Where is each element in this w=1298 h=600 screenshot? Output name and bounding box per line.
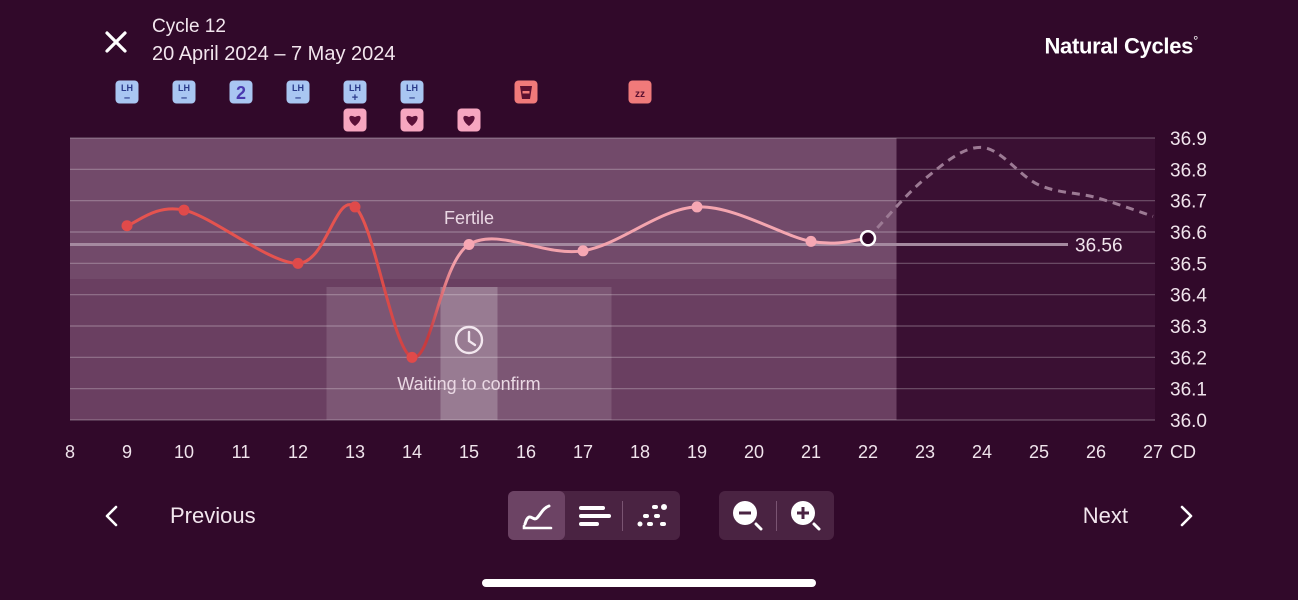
y-tick-label: 36.5: [1170, 254, 1207, 275]
zoom-in-button[interactable]: [777, 491, 834, 540]
brand-logo: Natural Cycles°: [1044, 33, 1198, 59]
graph-view-button[interactable]: [508, 491, 565, 540]
x-tick-label: 27: [1143, 442, 1163, 462]
lh-sign: –: [181, 92, 187, 104]
fertile-label: Fertile: [444, 208, 494, 228]
future-band: [896, 138, 1155, 420]
view-switcher: [508, 491, 680, 540]
x-tick-label: 21: [801, 442, 821, 462]
y-tick-label: 36.1: [1170, 380, 1207, 401]
x-tick-label: 9: [122, 442, 132, 462]
x-tick-label: 17: [573, 442, 593, 462]
temperature-point: [805, 235, 817, 247]
y-tick-label: 36.3: [1170, 317, 1207, 338]
x-tick-label: 23: [915, 442, 935, 462]
x-tick-label: 26: [1086, 442, 1106, 462]
x-tick-label: 10: [174, 442, 194, 462]
test-count-value: 2: [236, 83, 246, 103]
previous-cycle-button[interactable]: Previous: [100, 500, 256, 532]
lh-sign: –: [409, 92, 415, 104]
lh-sign: –: [295, 92, 301, 104]
y-tick-label: 36.7: [1170, 192, 1207, 213]
chevron-left-icon: [105, 505, 118, 527]
x-tick-label: 13: [345, 442, 365, 462]
temperature-point: [406, 351, 418, 363]
temperature-point: [691, 201, 703, 213]
x-tick-label: 20: [744, 442, 764, 462]
zoom-out-button[interactable]: [719, 491, 776, 540]
scatter-icon: [637, 503, 667, 526]
next-label: Next: [1082, 503, 1128, 528]
close-icon: [105, 31, 127, 53]
temperature-point: [349, 201, 361, 213]
y-tick-label: 36.2: [1170, 348, 1207, 369]
x-axis-label: CD: [1170, 442, 1196, 462]
x-tick-label: 12: [288, 442, 308, 462]
x-tick-label: 11: [232, 442, 251, 462]
waiting-to-confirm-label: Waiting to confirm: [397, 374, 540, 394]
x-tick-label: 25: [1029, 442, 1049, 462]
next-cycle-button[interactable]: Next: [1083, 500, 1198, 532]
y-tick-label: 36.6: [1170, 223, 1207, 244]
y-tick-label: 36.0: [1170, 411, 1207, 432]
y-tick-label: 36.8: [1170, 160, 1207, 181]
scatter-view-button[interactable]: [623, 491, 680, 540]
temperature-point: [577, 245, 589, 257]
home-indicator: [482, 579, 816, 587]
coverline-value: 36.56: [1075, 236, 1123, 257]
close-button[interactable]: [100, 26, 132, 58]
zoom-in-icon: [790, 500, 820, 530]
y-tick-label: 36.9: [1170, 129, 1207, 150]
cycle-title: Cycle 12: [152, 16, 226, 37]
previous-label: Previous: [170, 503, 256, 528]
list-bars-icon: [578, 505, 611, 526]
x-tick-label: 14: [402, 442, 422, 462]
zoom-out-icon: [732, 500, 762, 530]
x-tick-label: 19: [687, 442, 707, 462]
lh-sign: –: [124, 92, 130, 104]
current-day-point: [859, 230, 877, 247]
y-tick-label: 36.4: [1170, 286, 1207, 307]
x-tick-label: 22: [858, 442, 878, 462]
x-tick-label: 8: [65, 442, 75, 462]
temperature-point: [292, 257, 304, 269]
graph-icon: [522, 504, 552, 529]
temperature-point: [121, 220, 133, 232]
temperature-point: [178, 204, 190, 216]
cycle-date-range: 20 April 2024 – 7 May 2024: [152, 43, 396, 65]
temperature-chart: LH–LH– 2 LH–LH+LH– zz 36.036.136.236.336.43…: [65, 80, 1207, 462]
x-tick-label: 18: [630, 442, 650, 462]
sleep-icon: zz: [635, 89, 645, 100]
zoom-controls: [719, 491, 834, 540]
x-tick-label: 16: [516, 442, 536, 462]
chevron-right-icon: [1180, 505, 1193, 527]
list-view-button[interactable]: [565, 491, 622, 540]
x-tick-label: 24: [972, 442, 992, 462]
x-tick-label: 15: [459, 442, 479, 462]
temperature-point: [463, 239, 475, 251]
test-markers: LH–LH– 2 LH–LH+LH– zz: [115, 80, 652, 132]
lh-sign: +: [352, 92, 358, 104]
